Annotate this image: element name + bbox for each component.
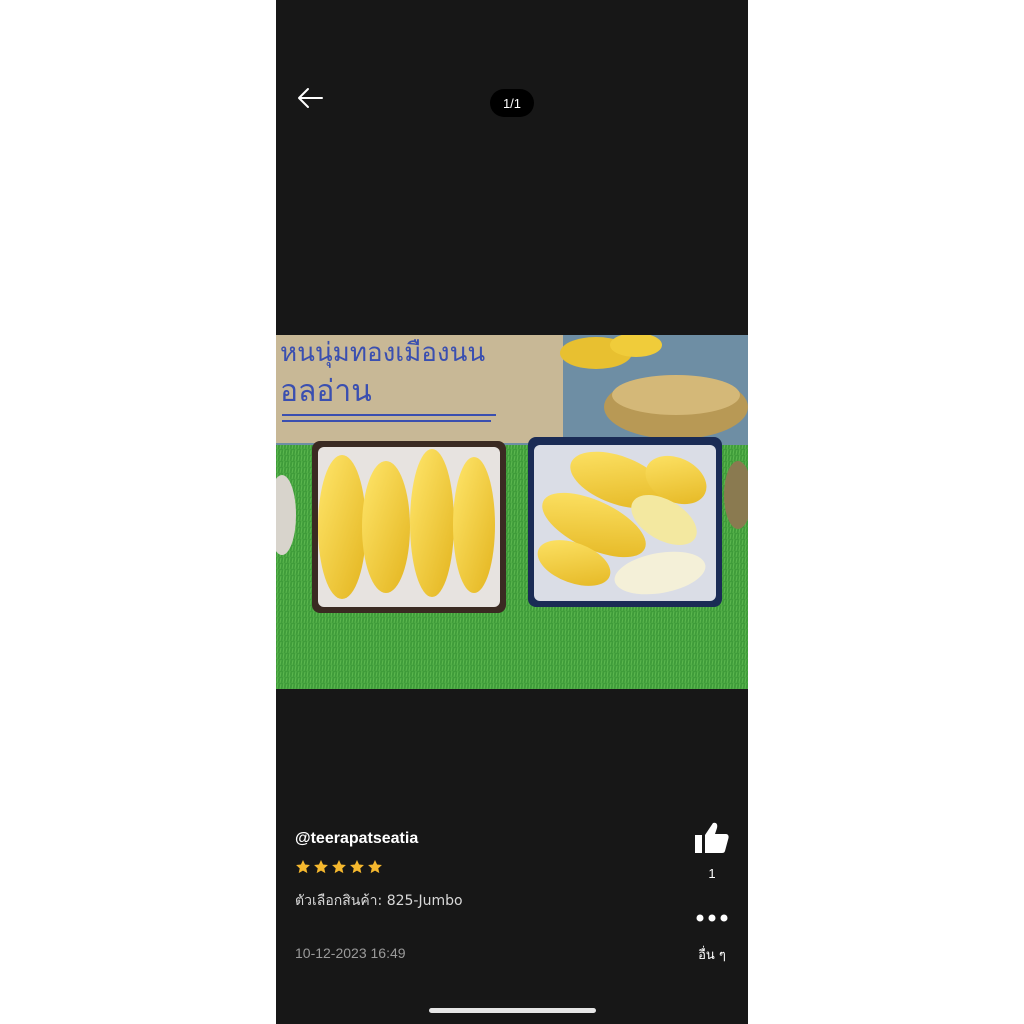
star-icon	[368, 860, 382, 874]
star-icon	[332, 860, 346, 874]
star-icon	[314, 860, 328, 874]
review-photo[interactable]: หนนุ่มทองเมืองนน อลอ่าน	[276, 335, 748, 689]
more-label: อื่น ๆ	[698, 948, 726, 963]
star-icon	[350, 860, 364, 874]
sign-text-line1: หนนุ่มทองเมืองนน	[280, 338, 485, 368]
reviewer-username: @teerapatseatia	[295, 830, 419, 847]
arrow-left-icon	[298, 88, 323, 108]
review-timestamp: 10-12-2023 16:49	[295, 945, 406, 961]
thumbs-up-icon	[695, 822, 729, 853]
review-image-viewer: 1/1 หนนุ่มทองเมืองนน อลอ่าน @teerapatsea…	[276, 0, 748, 1024]
more-button[interactable]	[692, 906, 732, 930]
like-button[interactable]	[692, 818, 732, 858]
sign-text-line2: อลอ่าน	[280, 374, 372, 409]
back-button[interactable]	[294, 84, 326, 112]
rating-stars	[295, 859, 383, 875]
product-variation: ตัวเลือกสินค้า: 825-Jumbo	[295, 893, 463, 909]
home-indicator[interactable]	[429, 1008, 596, 1013]
like-count: 1	[708, 866, 716, 881]
image-counter: 1/1	[490, 89, 534, 117]
star-icon	[296, 860, 310, 874]
more-dots-icon	[696, 914, 728, 922]
